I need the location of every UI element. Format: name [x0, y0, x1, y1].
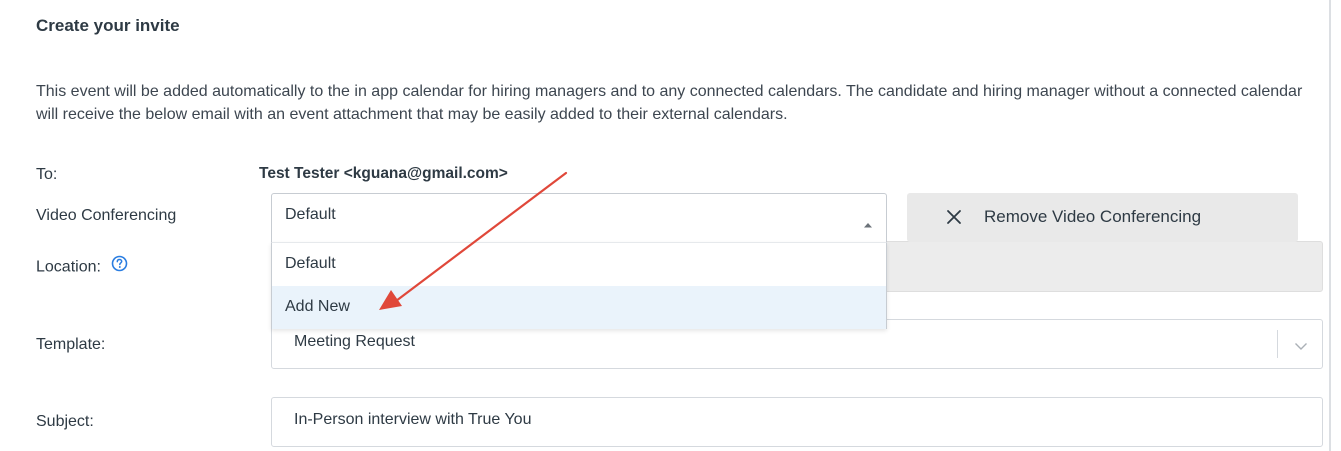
subject-value: In-Person interview with True You — [294, 411, 532, 428]
invite-description: This event will be added automatically t… — [36, 83, 1303, 123]
video-conferencing-selected: Default — [285, 206, 336, 223]
question-circle-icon[interactable] — [111, 255, 128, 277]
video-conferencing-select[interactable]: Default — [271, 193, 887, 243]
video-conferencing-label: Video Conferencing — [36, 207, 177, 224]
remove-video-conferencing-button[interactable]: Remove Video Conferencing — [907, 193, 1298, 242]
subject-input[interactable]: In-Person interview with True You — [271, 397, 1323, 447]
subject-label: Subject: — [36, 413, 94, 430]
dropdown-option-default[interactable]: Default — [272, 243, 886, 286]
template-value: Meeting Request — [294, 333, 415, 350]
location-label: Location: — [36, 255, 128, 277]
select-divider — [1277, 330, 1278, 358]
page-title: Create your invite — [36, 16, 180, 35]
video-conferencing-dropdown: Default Add New — [271, 242, 887, 329]
template-label: Template: — [36, 336, 106, 353]
caret-up-icon — [863, 215, 873, 233]
to-recipient: Test Tester <kguana@gmail.com> — [259, 165, 508, 182]
dropdown-option-label: Default — [285, 255, 336, 272]
close-icon — [946, 209, 962, 230]
remove-video-conferencing-label: Remove Video Conferencing — [984, 207, 1202, 226]
chevron-down-icon[interactable] — [1294, 338, 1308, 356]
panel-border — [1329, 0, 1331, 451]
location-label-text: Location: — [36, 258, 101, 276]
dropdown-option-add-new[interactable]: Add New — [272, 286, 886, 329]
dropdown-option-label: Add New — [285, 298, 350, 315]
invite-page: Create your invite This event will be ad… — [0, 0, 1341, 451]
to-label: To: — [36, 166, 58, 183]
